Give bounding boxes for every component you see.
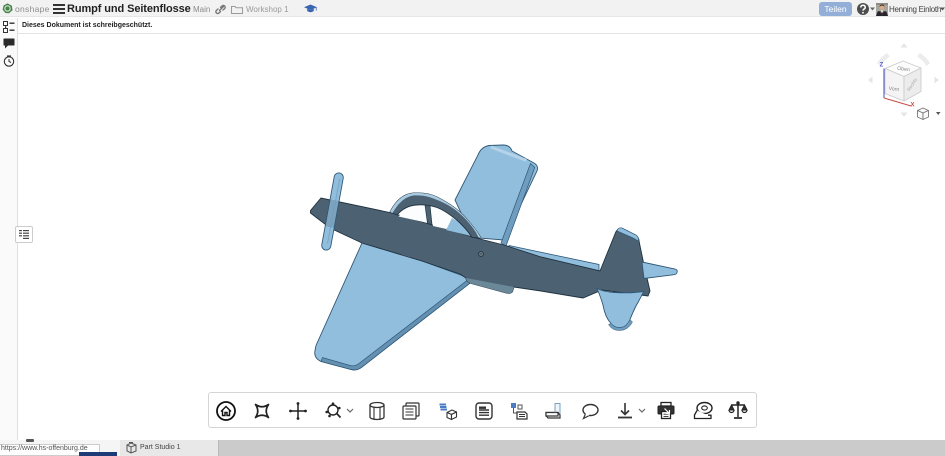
svg-text:X: X <box>910 103 914 109</box>
svg-text:Vorn: Vorn <box>888 86 899 93</box>
svg-text:Z: Z <box>880 63 884 69</box>
